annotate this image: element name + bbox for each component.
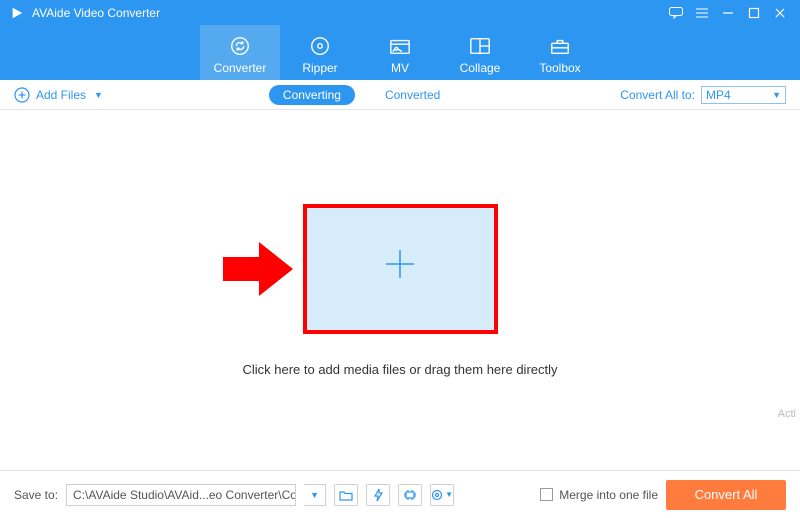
converter-icon <box>229 35 251 57</box>
toolbox-icon <box>549 35 571 57</box>
ripper-icon <box>309 35 331 57</box>
convert-all-to: Convert All to: MP4 ▼ <box>620 86 786 104</box>
tab-converted[interactable]: Converted <box>371 85 454 105</box>
plus-circle-icon <box>14 87 30 103</box>
chevron-down-icon: ▼ <box>94 90 103 100</box>
close-button[interactable] <box>770 3 790 23</box>
chevron-down-icon: ▼ <box>445 490 453 499</box>
feedback-icon[interactable] <box>666 3 686 23</box>
nav-label: MV <box>391 61 409 75</box>
nav-converter[interactable]: Converter <box>200 25 280 80</box>
settings-button[interactable]: ▼ <box>430 484 454 506</box>
nav-collage[interactable]: Collage <box>440 25 520 80</box>
menu-icon[interactable] <box>692 3 712 23</box>
merge-label: Merge into one file <box>559 488 658 502</box>
titlebar: AVAide Video Converter <box>0 0 800 25</box>
gpu-accel-button[interactable] <box>398 484 422 506</box>
plus-icon <box>382 246 418 291</box>
chevron-down-icon: ▼ <box>772 90 781 100</box>
app-title: AVAide Video Converter <box>32 6 160 20</box>
footer: Save to: C:\AVAide Studio\AVAid...eo Con… <box>0 470 800 518</box>
convert-all-to-label: Convert All to: <box>620 88 695 102</box>
add-files-button[interactable]: Add Files ▼ <box>14 87 103 103</box>
tab-converting[interactable]: Converting <box>269 85 355 105</box>
add-files-label: Add Files <box>36 88 86 102</box>
high-speed-button[interactable] <box>366 484 390 506</box>
main-navbar: Converter Ripper MV Collage Toolbox <box>0 25 800 80</box>
collage-icon <box>469 35 491 57</box>
nav-label: Collage <box>460 61 501 75</box>
nav-toolbox[interactable]: Toolbox <box>520 25 600 80</box>
save-path-dropdown[interactable]: ▼ <box>304 484 326 506</box>
main-area: Click here to add media files or drag th… <box>0 110 800 470</box>
save-path-field[interactable]: C:\AVAide Studio\AVAid...eo Converter\Co… <box>66 484 296 506</box>
nav-label: Toolbox <box>539 61 580 75</box>
nav-ripper[interactable]: Ripper <box>280 25 360 80</box>
minimize-button[interactable] <box>718 3 738 23</box>
chevron-down-icon: ▼ <box>310 490 319 500</box>
subbar: Add Files ▼ Converting Converted Convert… <box>0 80 800 110</box>
mv-icon <box>389 35 411 57</box>
checkbox-icon <box>540 488 553 501</box>
merge-into-one-checkbox[interactable]: Merge into one file <box>540 488 658 502</box>
output-format-select[interactable]: MP4 ▼ <box>701 86 786 104</box>
nav-label: Converter <box>214 61 267 75</box>
watermark-text: Acti <box>778 408 796 420</box>
format-value: MP4 <box>706 88 731 102</box>
dropzone-hint: Click here to add media files or drag th… <box>242 362 557 377</box>
annotation-arrow-icon <box>223 242 293 296</box>
open-folder-button[interactable] <box>334 484 358 506</box>
nav-label: Ripper <box>302 61 337 75</box>
save-to-label: Save to: <box>14 488 58 502</box>
convert-all-button[interactable]: Convert All <box>666 480 786 510</box>
app-logo-icon <box>10 6 24 20</box>
nav-mv[interactable]: MV <box>360 25 440 80</box>
maximize-button[interactable] <box>744 3 764 23</box>
add-media-dropzone[interactable] <box>303 204 498 334</box>
